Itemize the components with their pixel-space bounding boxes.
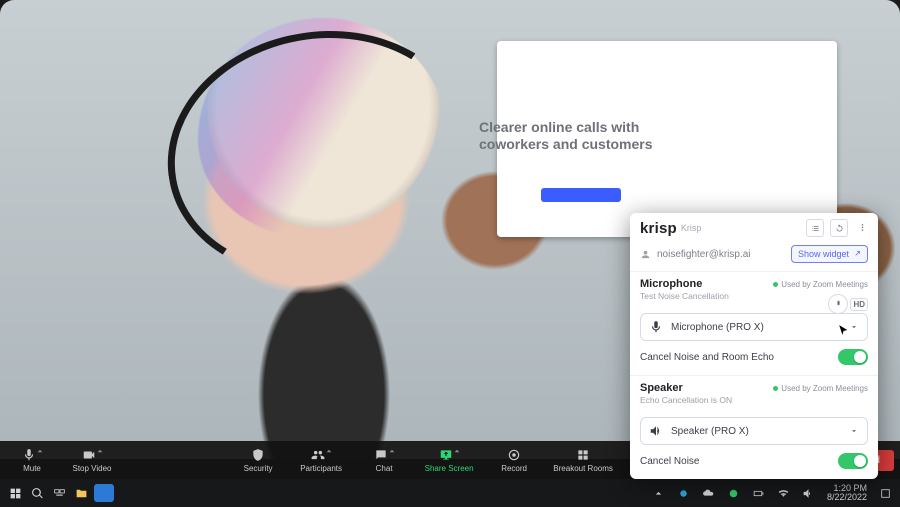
chevron-up-icon[interactable] [454,448,460,454]
chevron-down-icon [849,426,859,436]
windows-taskbar: 1:20 PM 8/22/2022 [0,479,900,507]
cancel-noise-mic-label: Cancel Noise and Room Echo [640,352,774,363]
participants-button[interactable]: Participants [292,443,350,477]
stop-video-button[interactable]: Stop Video [62,443,122,477]
krisp-user-email: noisefighter@krisp.ai [657,249,785,260]
user-icon [640,249,651,260]
microphone-dropdown[interactable]: Microphone (PRO X) [640,313,868,341]
external-icon [852,250,861,259]
record-icon [507,448,521,462]
breakout-rooms-button[interactable]: Breakout Rooms [548,443,618,477]
headset-graphic [148,8,490,301]
krisp-more-icon[interactable] [854,219,870,235]
task-view-icon[interactable] [48,482,70,504]
tray-app-icon[interactable] [673,482,695,504]
search-icon[interactable] [26,482,48,504]
krisp-subtitle: Krisp [681,223,702,233]
speaker-selected: Speaker (PRO X) [671,426,749,437]
cancel-noise-mic-toggle[interactable] [838,349,868,365]
chevron-up-icon[interactable] [97,448,103,454]
mute-button[interactable]: Mute [6,443,58,477]
shield-icon [251,448,265,462]
record-button[interactable]: Record [488,443,540,477]
mic-quality-icon[interactable] [828,294,848,314]
cancel-noise-speaker-label: Cancel Noise [640,456,699,467]
grid-icon [576,448,590,462]
tray-chevron-icon[interactable] [648,482,670,504]
mic-used-by: Used by Zoom Meetings [773,280,868,289]
background-screen-text: Clearer online calls with coworkers and … [479,119,657,153]
krisp-widget: krisp Krisp noisefighter@krisp.ai Show w… [630,213,878,479]
hd-badge: HD [850,298,868,311]
speaker-dropdown[interactable]: Speaker (PRO X) [640,417,868,445]
chevron-up-icon[interactable] [37,448,43,454]
security-button[interactable]: Security [232,443,284,477]
tray-krisp-icon[interactable] [723,482,745,504]
explorer-icon[interactable] [70,482,92,504]
chat-icon [374,448,388,462]
taskbar-clock[interactable]: 1:20 PM 8/22/2022 [823,484,871,503]
speaker-section: Speaker Used by Zoom Meetings Echo Cance… [630,375,878,479]
taskbar-date: 8/22/2022 [827,493,867,502]
microphone-title: Microphone [640,278,702,290]
speaker-icon [649,424,663,438]
echo-hint: Echo Cancellation is ON [640,395,868,405]
share-screen-button[interactable]: Share Screen [418,443,480,477]
chat-button[interactable]: Chat [358,443,410,477]
krisp-refresh-icon[interactable] [830,219,848,237]
show-widget-button[interactable]: Show widget [791,245,868,263]
chevron-down-icon [849,322,859,332]
chevron-up-icon[interactable] [326,448,332,454]
share-icon [439,448,453,462]
tray-wifi-icon[interactable] [773,482,795,504]
background-screen-cta [541,188,621,202]
zoom-taskbar-icon[interactable] [92,482,114,504]
cancel-noise-speaker-toggle[interactable] [838,453,868,469]
tray-cloud-icon[interactable] [698,482,720,504]
krisp-logo: krisp [640,220,677,237]
tray-volume-icon[interactable] [798,482,820,504]
speaker-used-by: Used by Zoom Meetings [773,384,868,393]
speaker-title: Speaker [640,382,683,394]
chevron-up-icon[interactable] [389,448,395,454]
microphone-selected: Microphone (PRO X) [671,322,764,333]
mic-icon [649,320,663,334]
microphone-section: Microphone Used by Zoom Meetings Test No… [630,271,878,375]
video-icon [82,448,96,462]
people-icon [311,448,325,462]
notifications-icon[interactable] [874,482,896,504]
start-button[interactable] [4,482,26,504]
mic-icon [22,448,36,462]
krisp-settings-icon[interactable] [806,219,824,237]
tray-battery-icon[interactable] [748,482,770,504]
